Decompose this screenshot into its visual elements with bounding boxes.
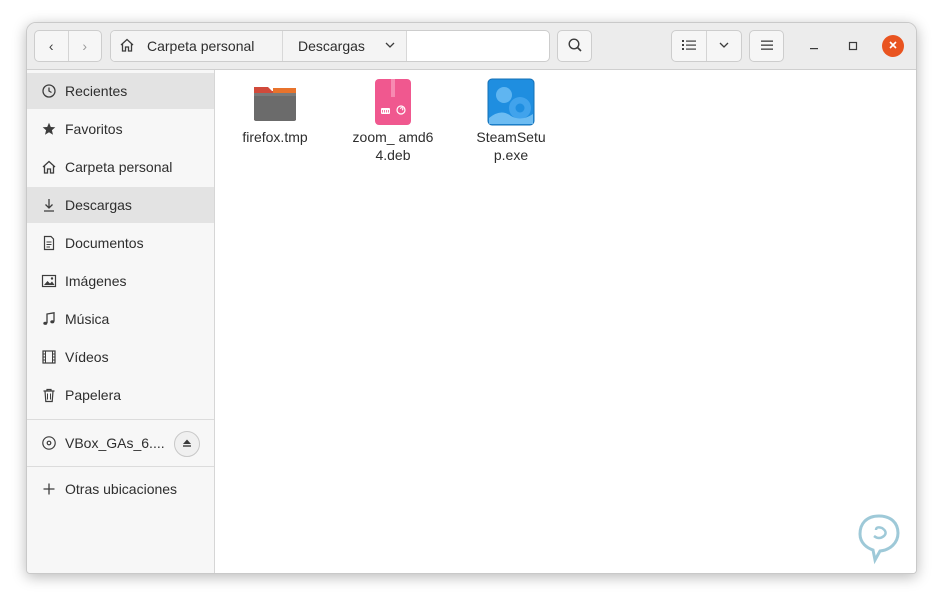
chevron-left-icon: ‹: [48, 38, 54, 54]
file-name: firefox.tmp: [242, 129, 308, 145]
plus-icon: [40, 480, 58, 498]
maximize-icon: [848, 39, 858, 54]
close-button[interactable]: [882, 35, 904, 57]
chevron-down-icon: [718, 38, 730, 54]
sidebar-item-label: Papelera: [65, 387, 122, 403]
minimize-button[interactable]: [803, 35, 825, 57]
sidebar: Recientes Favoritos Carpeta personal Des…: [27, 70, 215, 573]
eject-icon: [182, 438, 192, 451]
sidebar-item-label: Documentos: [65, 235, 144, 251]
forward-button[interactable]: ›: [67, 31, 102, 61]
chevron-down-icon: [384, 38, 396, 54]
sidebar-item-label: Música: [65, 311, 110, 327]
document-icon: [40, 234, 58, 252]
file-name: zoom_ amd64.deb: [352, 129, 434, 163]
sidebar-item-label: VBox_GAs_6....: [65, 435, 165, 451]
sidebar-item-documentos[interactable]: Documentos: [27, 225, 214, 261]
sidebar-item-videos[interactable]: Vídeos: [27, 339, 214, 375]
hamburger-icon: [760, 38, 773, 54]
close-icon: [888, 39, 898, 53]
file-item[interactable]: firefox.tmp: [223, 70, 327, 146]
sidebar-item-recientes[interactable]: Recientes: [27, 73, 214, 109]
sidebar-separator: [27, 419, 214, 420]
home-icon: [119, 37, 135, 56]
sidebar-item-descargas[interactable]: Descargas: [27, 187, 214, 223]
breadcrumb-label: Carpeta personal: [147, 38, 255, 54]
search-icon: [567, 37, 583, 56]
maximize-button[interactable]: [842, 35, 864, 57]
eject-button[interactable]: [174, 431, 200, 457]
view-buttons: [671, 30, 742, 62]
breadcrumb-label: Descargas: [298, 38, 365, 54]
clock-icon: [40, 82, 58, 100]
sidebar-item-label: Favoritos: [65, 121, 123, 137]
home-icon: [40, 158, 58, 176]
sidebar-item-carpeta-personal[interactable]: Carpeta personal: [27, 149, 214, 185]
sidebar-item-label: Recientes: [65, 83, 128, 99]
navigation-buttons: ‹ ›: [34, 30, 102, 62]
sidebar-item-musica[interactable]: Música: [27, 301, 214, 337]
sidebar-item-label: Imágenes: [65, 273, 127, 289]
exe-icon: [487, 78, 535, 126]
sidebar-item-imagenes[interactable]: Imágenes: [27, 263, 214, 299]
video-icon: [40, 348, 58, 366]
watermark-logo: [858, 514, 900, 565]
file-item[interactable]: zoom_ amd64.deb: [341, 70, 445, 164]
list-view-button[interactable]: [672, 31, 706, 61]
sidebar-item-papelera[interactable]: Papelera: [27, 377, 214, 413]
sidebar-item-label: Carpeta personal: [65, 159, 173, 175]
list-view-icon: [682, 38, 696, 54]
sidebar-item-label: Otras ubicaciones: [65, 481, 178, 497]
download-icon: [40, 196, 58, 214]
folder-icon: [251, 78, 299, 126]
back-button[interactable]: ‹: [35, 31, 68, 61]
menu-button[interactable]: [749, 30, 784, 62]
sidebar-separator: [27, 466, 214, 467]
file-name: SteamSetu p.exe: [476, 129, 546, 163]
file-view: firefox.tmp zoom_ amd64.deb SteamSetu p.…: [215, 70, 916, 573]
sidebar-item-label: Descargas: [65, 197, 132, 213]
path-bar: Carpeta personal Descargas: [110, 30, 550, 62]
disc-icon: [40, 434, 58, 452]
deb-package-icon: [369, 78, 417, 126]
sidebar-item-device[interactable]: VBox_GAs_6....: [27, 425, 214, 461]
minimize-icon: [809, 39, 819, 54]
trash-icon: [40, 386, 58, 404]
file-item[interactable]: SteamSetu p.exe: [459, 70, 563, 164]
sidebar-item-label: Vídeos: [65, 349, 109, 365]
star-icon: [40, 120, 58, 138]
music-icon: [40, 310, 58, 328]
sidebar-item-otras-ubicaciones[interactable]: Otras ubicaciones: [27, 471, 214, 507]
header-bar: ‹ › Carpeta personal Descargas: [27, 23, 916, 70]
breadcrumb-current[interactable]: Descargas: [283, 31, 407, 61]
chevron-right-icon: ›: [82, 38, 88, 54]
sidebar-item-favoritos[interactable]: Favoritos: [27, 111, 214, 147]
file-manager-window: ‹ › Carpeta personal Descargas Recientes…: [26, 22, 917, 574]
view-options-button[interactable]: [706, 31, 741, 61]
search-button[interactable]: [557, 30, 592, 62]
breadcrumb-home[interactable]: Carpeta personal: [111, 31, 283, 61]
image-icon: [40, 272, 58, 290]
